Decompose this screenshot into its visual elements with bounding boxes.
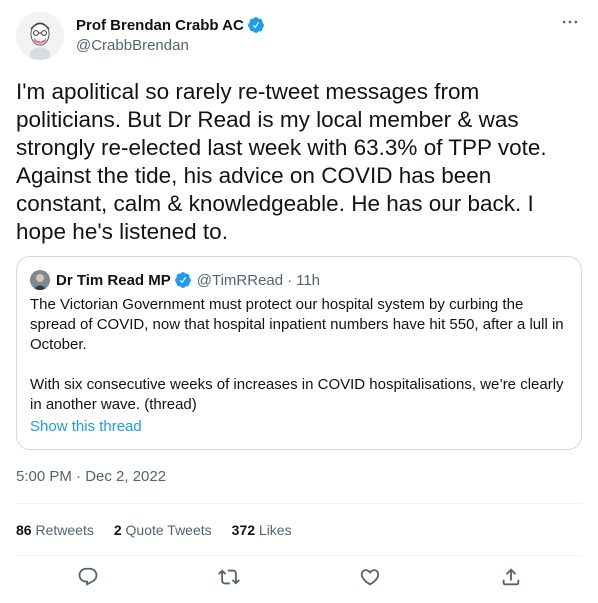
quoted-tweet[interactable]: Dr Tim Read MP @TimRRead · 11h The Victo… bbox=[16, 256, 582, 450]
tweet-header: Prof Brendan Crabb AC @CrabbBrendan bbox=[16, 12, 582, 60]
tweet-actions bbox=[16, 566, 582, 592]
quoted-author-display-name: Dr Tim Read MP bbox=[56, 271, 171, 289]
retweets-stat[interactable]: 86 Retweets bbox=[16, 521, 94, 539]
retweets-label: Retweets bbox=[35, 522, 94, 538]
quoted-tweet-header: Dr Tim Read MP @TimRRead · 11h bbox=[30, 270, 320, 290]
quote-tweets-stat[interactable]: 2 Quote Tweets bbox=[114, 521, 212, 539]
engagement-stats: 86 Retweets 2 Quote Tweets 372 Likes bbox=[16, 521, 312, 539]
more-horizontal-icon[interactable] bbox=[558, 12, 582, 36]
quote-tweets-count: 2 bbox=[113, 522, 122, 538]
quoted-author-handle: @TimRRead bbox=[196, 271, 284, 289]
author-handle[interactable]: @CrabbBrendan bbox=[76, 37, 265, 54]
quote-tweets-label: Quote Tweets bbox=[125, 522, 212, 538]
tweet-timestamp[interactable]: 5:00 PM · Dec 2, 2022 bbox=[16, 468, 166, 485]
tweet-text: I'm apolitical so rarely re-tweet messag… bbox=[16, 79, 547, 244]
reply-icon[interactable] bbox=[77, 566, 101, 590]
heart-icon[interactable] bbox=[359, 566, 383, 590]
quoted-author-avatar bbox=[30, 270, 50, 290]
divider bbox=[16, 503, 582, 504]
quoted-separator: · bbox=[287, 271, 293, 289]
verified-badge-icon bbox=[247, 16, 265, 34]
divider bbox=[16, 555, 582, 556]
author-avatar[interactable] bbox=[16, 12, 64, 60]
likes-stat[interactable]: 372 Likes bbox=[232, 521, 292, 539]
retweets-count: 86 bbox=[16, 522, 32, 538]
author-display-name[interactable]: Prof Brendan Crabb AC bbox=[76, 17, 244, 34]
likes-label: Likes bbox=[258, 522, 292, 538]
show-thread-link[interactable]: Show this thread bbox=[30, 418, 142, 435]
likes-count: 372 bbox=[231, 522, 256, 538]
share-icon[interactable] bbox=[500, 566, 524, 590]
display-name-row: Prof Brendan Crabb AC bbox=[76, 15, 265, 35]
quoted-paragraph-1: The Victorian Government must protect ou… bbox=[30, 296, 564, 353]
quoted-tweet-body: The Victorian Government must protect ou… bbox=[30, 295, 570, 435]
quoted-paragraph-2: With six consecutive weeks of increases … bbox=[30, 376, 564, 413]
quoted-time: 11h bbox=[296, 271, 321, 289]
verified-badge-icon bbox=[174, 271, 192, 289]
author-names: Prof Brendan Crabb AC @CrabbBrendan bbox=[76, 15, 265, 54]
retweet-icon[interactable] bbox=[218, 566, 242, 590]
